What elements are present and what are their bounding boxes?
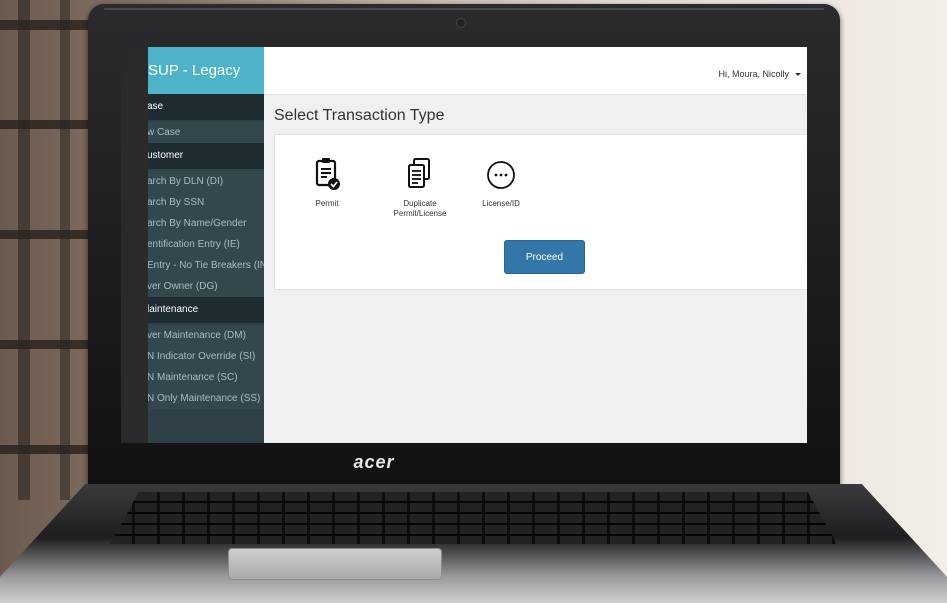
screen-bezel-shadow bbox=[121, 47, 148, 443]
proceed-button[interactable]: Proceed bbox=[504, 240, 585, 274]
transaction-label: Duplicate bbox=[403, 199, 437, 208]
background-rail bbox=[0, 340, 90, 349]
transaction-option-permit[interactable]: Permit bbox=[287, 157, 367, 209]
app-title: SUP - Legacy bbox=[148, 62, 241, 79]
background-rail bbox=[0, 120, 90, 129]
chevron-down-icon bbox=[795, 72, 801, 76]
user-menu[interactable]: Hi, Moura, Nicolly bbox=[718, 69, 801, 79]
top-bar: Hi, Moura, Nicolly bbox=[264, 47, 807, 95]
transaction-label: Permit/License bbox=[393, 209, 447, 218]
transaction-label: Permit bbox=[315, 199, 339, 208]
touchpad bbox=[228, 548, 442, 580]
webcam bbox=[456, 18, 466, 28]
user-greeting: Hi, Moura, Nicolly bbox=[718, 69, 789, 79]
transaction-option-duplicate[interactable]: Duplicate Permit/License bbox=[380, 157, 460, 219]
background-rail bbox=[0, 445, 90, 454]
clipboard-check-icon bbox=[315, 158, 340, 190]
keyboard-rows bbox=[110, 492, 837, 544]
duplicate-documents-icon bbox=[408, 158, 430, 188]
background-post bbox=[60, 0, 70, 500]
background-rail bbox=[0, 230, 90, 239]
lid-highlight bbox=[104, 8, 824, 10]
transaction-option-license-id[interactable]: License/ID bbox=[461, 157, 541, 209]
background-rail bbox=[0, 20, 90, 30]
transaction-label: License/ID bbox=[482, 199, 520, 208]
screen: SUP - Legacy ase w Case ustomer arch By … bbox=[121, 47, 807, 443]
more-options-icon bbox=[487, 161, 515, 189]
background-post bbox=[18, 0, 30, 500]
laptop-brand-logo: acer bbox=[353, 452, 395, 472]
transaction-type-panel: Permit Duplicate Permit/License License/… bbox=[274, 134, 807, 290]
page-title: Select Transaction Type bbox=[274, 107, 445, 124]
